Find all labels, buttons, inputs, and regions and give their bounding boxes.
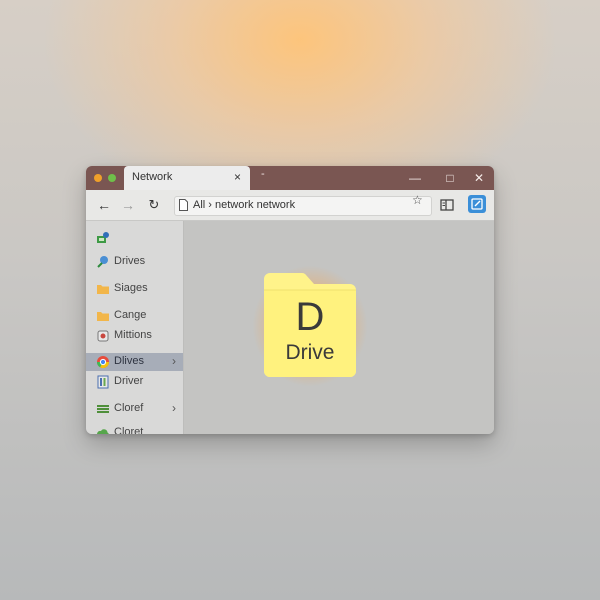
sidebar-item-label: Cloref (114, 402, 144, 414)
window-dot-green[interactable] (108, 174, 116, 182)
forward-arrow-icon[interactable]: → (118, 195, 138, 215)
folder-icon (97, 285, 109, 294)
toolbar: ← → ↻ All › network network ☆ (86, 190, 494, 221)
panel-icon[interactable] (439, 197, 455, 213)
sidebar-item-network[interactable] (90, 229, 183, 247)
sidebar-item-dlives[interactable]: Dlives › (86, 353, 183, 371)
main-content: D Drive (184, 221, 494, 434)
file-explorer-window: Network × - — □ ✕ ← → ↻ All › network ne… (86, 166, 494, 434)
tab-title: Network (132, 171, 173, 183)
drive-icon (97, 330, 109, 342)
back-arrow-icon[interactable]: ← (94, 195, 114, 215)
profile-icon[interactable] (468, 195, 486, 213)
refresh-icon[interactable]: ↻ (144, 195, 164, 215)
folder-letter: D (295, 295, 325, 339)
sidebar-item-drives[interactable]: Drives (90, 253, 183, 271)
tab-network[interactable]: Network × (124, 166, 250, 190)
sidebar-item-cloref[interactable]: Cloref › (90, 400, 183, 418)
close-button[interactable]: ✕ (470, 169, 488, 187)
sidebar-item-cange[interactable]: Cange (90, 307, 183, 325)
drive-folder[interactable]: D Drive (252, 265, 368, 387)
folder-label: Drive (285, 341, 335, 364)
address-bar[interactable]: All › network network (174, 196, 432, 216)
address-text: All › network network (193, 199, 296, 211)
sidebar-item-siages[interactable]: Siages (90, 280, 183, 298)
sidebar-item-label: Mittions (114, 329, 152, 341)
network-pin-icon (97, 256, 108, 268)
minimize-button[interactable]: — (406, 169, 424, 187)
sidebar-item-label: Cange (114, 309, 147, 321)
page-icon (179, 199, 188, 211)
chevron-right-icon[interactable]: › (172, 354, 176, 368)
title-bar: Network × - — □ ✕ (86, 166, 494, 190)
sidebar-item-driver[interactable]: Driver (90, 373, 183, 391)
sidebar-item-label: Driver (114, 375, 144, 387)
sidebar-item-label: Dlives (114, 355, 144, 367)
sidebar: Drives Siages Cange Mittions Dlives › Dr… (86, 221, 184, 434)
cloud-icon (97, 429, 109, 434)
network-icon (97, 232, 109, 243)
sidebar-item-label: Cloret (114, 426, 144, 434)
sidebar-item-label: Siages (114, 282, 148, 294)
server-icon (97, 375, 109, 389)
tab-close-icon[interactable]: × (234, 169, 241, 185)
maximize-button[interactable]: □ (441, 169, 459, 187)
chrome-icon (97, 356, 109, 369)
sidebar-item-mittions[interactable]: Mittions (90, 327, 183, 345)
edit-icon (471, 198, 483, 210)
tab-menu-icon[interactable]: - (261, 168, 265, 180)
sidebar-item-label: Drives (114, 255, 146, 267)
folder-icon (97, 312, 109, 321)
star-icon[interactable]: ☆ (412, 193, 423, 207)
sidebar-item-cloret[interactable]: Cloret (90, 424, 183, 434)
chevron-right-icon[interactable]: › (172, 401, 176, 415)
window-dot-orange[interactable] (94, 174, 102, 182)
stack-icon (97, 405, 109, 413)
